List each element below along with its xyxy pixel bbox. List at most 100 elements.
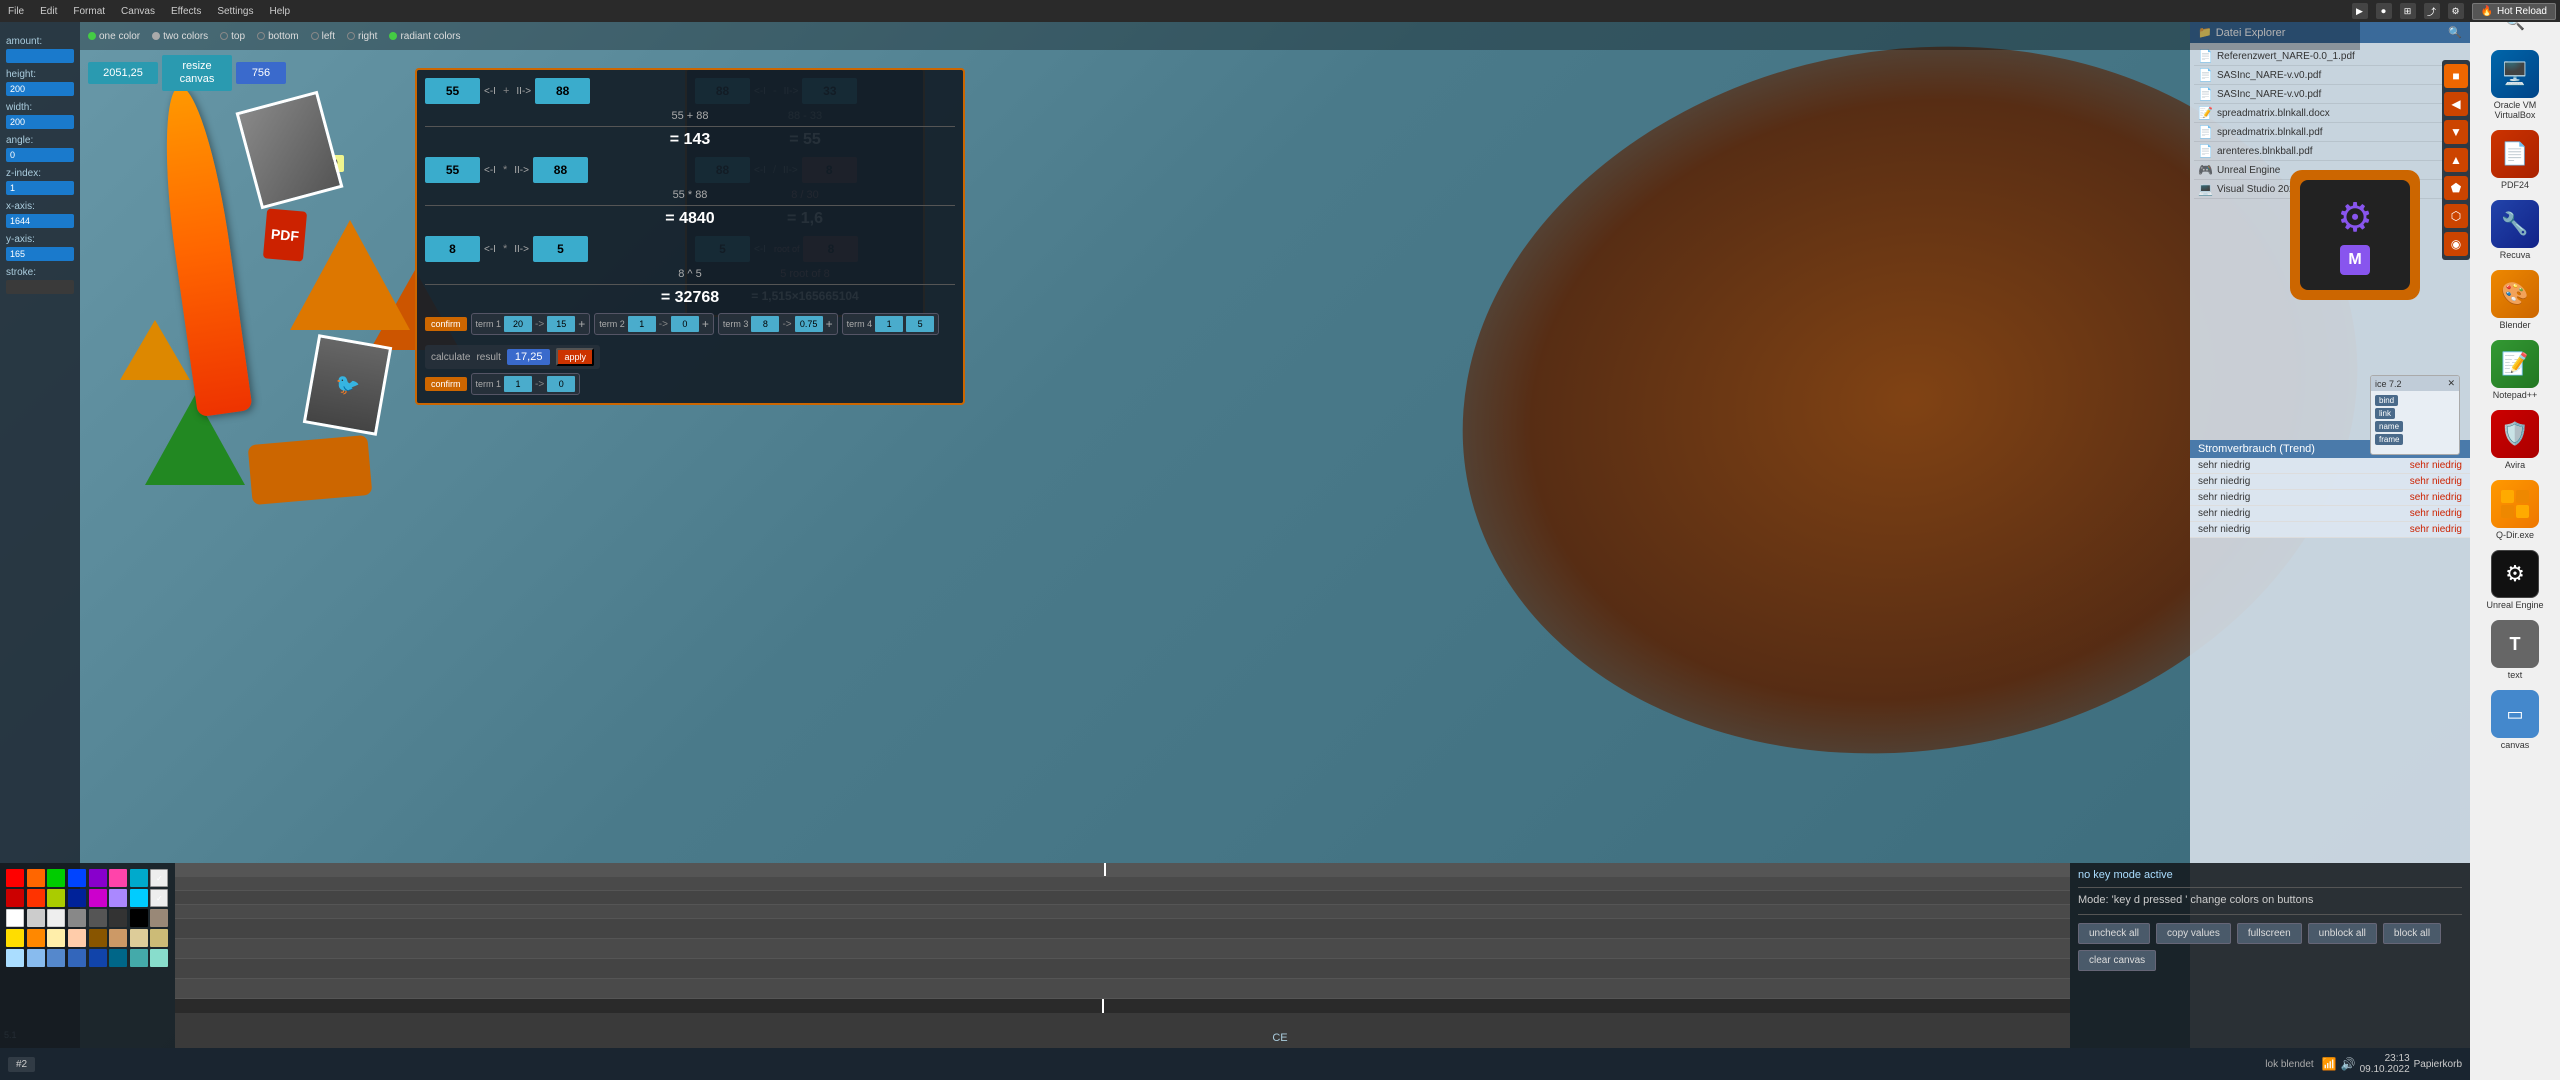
fullscreen-btn[interactable]: fullscreen — [2237, 923, 2302, 944]
tool-btn-1[interactable]: ■ — [2444, 64, 2468, 88]
color-lime[interactable] — [47, 889, 65, 907]
toolbar-icon-3[interactable]: ⊞ — [2400, 3, 2416, 19]
stroke-value[interactable] — [6, 280, 74, 294]
timeline-track-4[interactable] — [175, 905, 2070, 919]
checkbox-2[interactable]: ✓ — [150, 889, 168, 907]
frame-chip[interactable]: frame — [2375, 434, 2403, 445]
color-seafoam[interactable] — [130, 949, 148, 967]
color-darkblue[interactable] — [89, 949, 107, 967]
term1b-input-1[interactable] — [504, 376, 532, 392]
confirm-btn-1[interactable]: confirm — [425, 317, 467, 331]
calc-input-1a[interactable] — [425, 78, 480, 104]
color-lightyellow[interactable] — [47, 929, 65, 947]
uncheck-all-btn[interactable]: uncheck all — [2078, 923, 2150, 944]
tool-btn-3[interactable]: ▼ — [2444, 120, 2468, 144]
color-tan[interactable] — [109, 929, 127, 947]
color-lightblue[interactable] — [6, 949, 24, 967]
tool-btn-2[interactable]: ◀ — [2444, 92, 2468, 116]
color-red[interactable] — [6, 869, 24, 887]
app-notepadpp[interactable]: 📝 Notepad++ — [2475, 336, 2555, 404]
color-warmgray[interactable] — [150, 909, 168, 927]
color-navy[interactable] — [68, 889, 86, 907]
clear-canvas-btn[interactable]: clear canvas — [2078, 950, 2156, 971]
color-dark-red[interactable] — [6, 889, 24, 907]
checkbox-1[interactable]: ✓ — [150, 869, 168, 887]
angle-value[interactable]: 0 — [6, 148, 74, 162]
link-chip[interactable]: link — [2375, 408, 2395, 419]
color-peach[interactable] — [68, 929, 86, 947]
toolbar-icon-2[interactable]: ⏺ — [2376, 3, 2392, 19]
color-teal-2[interactable] — [109, 949, 127, 967]
x-axis-value[interactable]: 1644 — [6, 214, 74, 228]
timeline-track-2[interactable] — [175, 877, 2070, 891]
color-cyan[interactable] — [130, 889, 148, 907]
bind-chip[interactable]: bind — [2375, 395, 2398, 406]
color-orange[interactable] — [27, 929, 45, 947]
radio-right[interactable]: right — [347, 31, 377, 42]
app-virtualbox[interactable]: 🖥️ Oracle VM VirtualBox — [2475, 46, 2555, 124]
tool-btn-5[interactable]: ⬟ — [2444, 176, 2468, 200]
resize-canvas-btn[interactable]: resize canvas — [162, 55, 232, 91]
dialog-close-icon[interactable]: ✕ — [2447, 378, 2455, 389]
tool-btn-6[interactable]: ⬡ — [2444, 204, 2468, 228]
calc-input-3a[interactable] — [425, 236, 480, 262]
y-axis-value[interactable]: 165 — [6, 247, 74, 261]
radio-radiant[interactable]: radiant colors — [389, 31, 460, 42]
toolbar-canvas[interactable]: Canvas — [117, 4, 159, 19]
calc-input-2b[interactable] — [533, 157, 588, 183]
toolbar-edit[interactable]: Edit — [36, 4, 61, 19]
radio-one-color[interactable]: one color — [88, 31, 140, 42]
timeline-track-6[interactable] — [175, 939, 2070, 959]
radio-two-colors[interactable]: two colors — [152, 31, 208, 42]
app-qdir[interactable]: Q-Dir.exe — [2475, 476, 2555, 544]
plus-icon-1[interactable]: + — [578, 317, 585, 331]
color-green[interactable] — [47, 869, 65, 887]
toolbar-format[interactable]: Format — [69, 4, 109, 19]
timeline-track-8[interactable] — [175, 979, 2070, 999]
color-yellow[interactable] — [6, 929, 24, 947]
unblock-all-btn[interactable]: unblock all — [2308, 923, 2377, 944]
tool-btn-4[interactable]: ▲ — [2444, 148, 2468, 172]
papierkorb-label[interactable]: Papierkorb — [2414, 1059, 2462, 1070]
hot-reload-button[interactable]: 🔥 Hot Reload — [2472, 3, 2556, 20]
width-value[interactable]: 200 — [6, 115, 74, 129]
term4-input-1[interactable] — [875, 316, 903, 332]
calc-input-3b[interactable] — [533, 236, 588, 262]
name-chip[interactable]: name — [2375, 421, 2403, 432]
term2-input-1[interactable] — [628, 316, 656, 332]
color-darkgray[interactable] — [89, 909, 107, 927]
plus-icon-2[interactable]: + — [702, 317, 709, 331]
file-item-2[interactable]: 📄 SASInc_NARE-v.v0.pdf — [2194, 66, 2466, 85]
color-lightgray[interactable] — [47, 909, 65, 927]
color-pink[interactable] — [109, 869, 127, 887]
toolbar-icon-4[interactable]: ⤴ — [2424, 3, 2440, 19]
copy-values-btn[interactable]: copy values — [2156, 923, 2231, 944]
term2-input-2[interactable] — [671, 316, 699, 332]
color-red-2[interactable] — [27, 889, 45, 907]
term4-input-2[interactable] — [906, 316, 934, 332]
color-sand[interactable] — [130, 929, 148, 947]
color-steelblue[interactable] — [47, 949, 65, 967]
color-black[interactable] — [130, 909, 148, 927]
color-gray[interactable] — [68, 909, 86, 927]
app-unreal[interactable]: ⚙ Unreal Engine — [2475, 546, 2555, 614]
toolbar-help[interactable]: Help — [265, 4, 294, 19]
amount-value[interactable] — [6, 49, 74, 63]
color-blue[interactable] — [68, 869, 86, 887]
color-khaki[interactable] — [150, 929, 168, 947]
term1-input-1[interactable] — [504, 316, 532, 332]
toolbar-file[interactable]: File — [4, 4, 28, 19]
term3-input-2[interactable] — [795, 316, 823, 332]
height-value[interactable]: 200 — [6, 82, 74, 96]
app-canvas[interactable]: ▭ canvas — [2475, 686, 2555, 754]
color-mint[interactable] — [150, 949, 168, 967]
color-orange-r[interactable] — [27, 869, 45, 887]
app-recuva[interactable]: 🔧 Recuva — [2475, 196, 2555, 264]
app-blender[interactable]: 🎨 Blender — [2475, 266, 2555, 334]
search-icon-header[interactable]: 🔍 — [2448, 26, 2462, 39]
value-display-btn[interactable]: 2051,25 — [88, 62, 158, 84]
block-all-btn[interactable]: block all — [2383, 923, 2441, 944]
toolbar-effects[interactable]: Effects — [167, 4, 205, 19]
term1b-input-2[interactable] — [547, 376, 575, 392]
term3-input-1[interactable] — [751, 316, 779, 332]
